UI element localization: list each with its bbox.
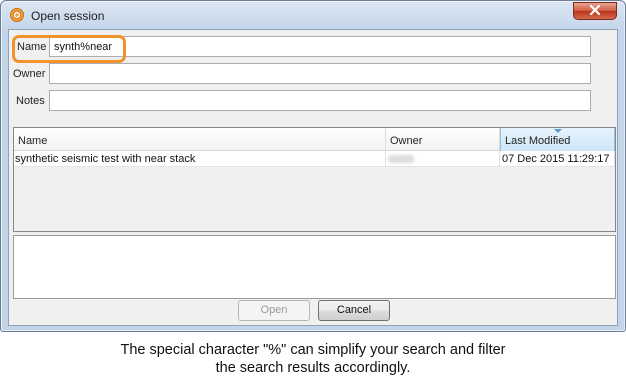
screenshot-caption: The special character "%" can simplify y… <box>0 341 626 377</box>
table-row[interactable]: synthetic seismic test with near stack 0… <box>14 151 615 167</box>
session-details-pane[interactable] <box>13 235 616 299</box>
cell-session-name: synthetic seismic test with near stack <box>14 151 386 167</box>
sort-descending-icon <box>553 129 562 133</box>
open-session-dialog: Open session Name Owner Notes Name Owner <box>0 0 626 332</box>
owner-label: Owner <box>13 68 46 80</box>
dialog-body: Name Owner Notes Name Owner Last Modifie… <box>8 29 618 326</box>
column-header-name[interactable]: Name <box>14 128 386 151</box>
close-button[interactable] <box>573 2 617 20</box>
notes-input[interactable] <box>49 90 591 111</box>
column-header-last-modified[interactable]: Last Modified <box>500 128 615 151</box>
hexagon-app-icon <box>10 8 24 22</box>
sessions-table[interactable]: Name Owner Last Modified synthetic seism… <box>13 127 616 232</box>
close-x-icon <box>589 4 601 18</box>
table-header: Name Owner Last Modified <box>14 128 615 151</box>
column-header-owner[interactable]: Owner <box>386 128 500 151</box>
window-title: Open session <box>31 9 105 23</box>
notes-label: Notes <box>16 95 45 107</box>
caption-line-1: The special character "%" can simplify y… <box>120 342 506 358</box>
caption-line-2: the search results accordingly. <box>215 360 411 376</box>
open-button[interactable]: Open <box>238 300 310 321</box>
redacted-owner <box>388 155 414 163</box>
cancel-button[interactable]: Cancel <box>318 300 390 321</box>
cell-last-modified: 07 Dec 2015 11:29:17 <box>500 151 615 167</box>
cell-owner <box>386 151 500 167</box>
name-search-input[interactable] <box>49 36 591 57</box>
owner-input[interactable] <box>49 63 591 84</box>
name-highlight-ring <box>12 35 126 63</box>
column-header-last-modified-label: Last Modified <box>505 135 571 147</box>
title-bar[interactable]: Open session <box>1 1 625 29</box>
